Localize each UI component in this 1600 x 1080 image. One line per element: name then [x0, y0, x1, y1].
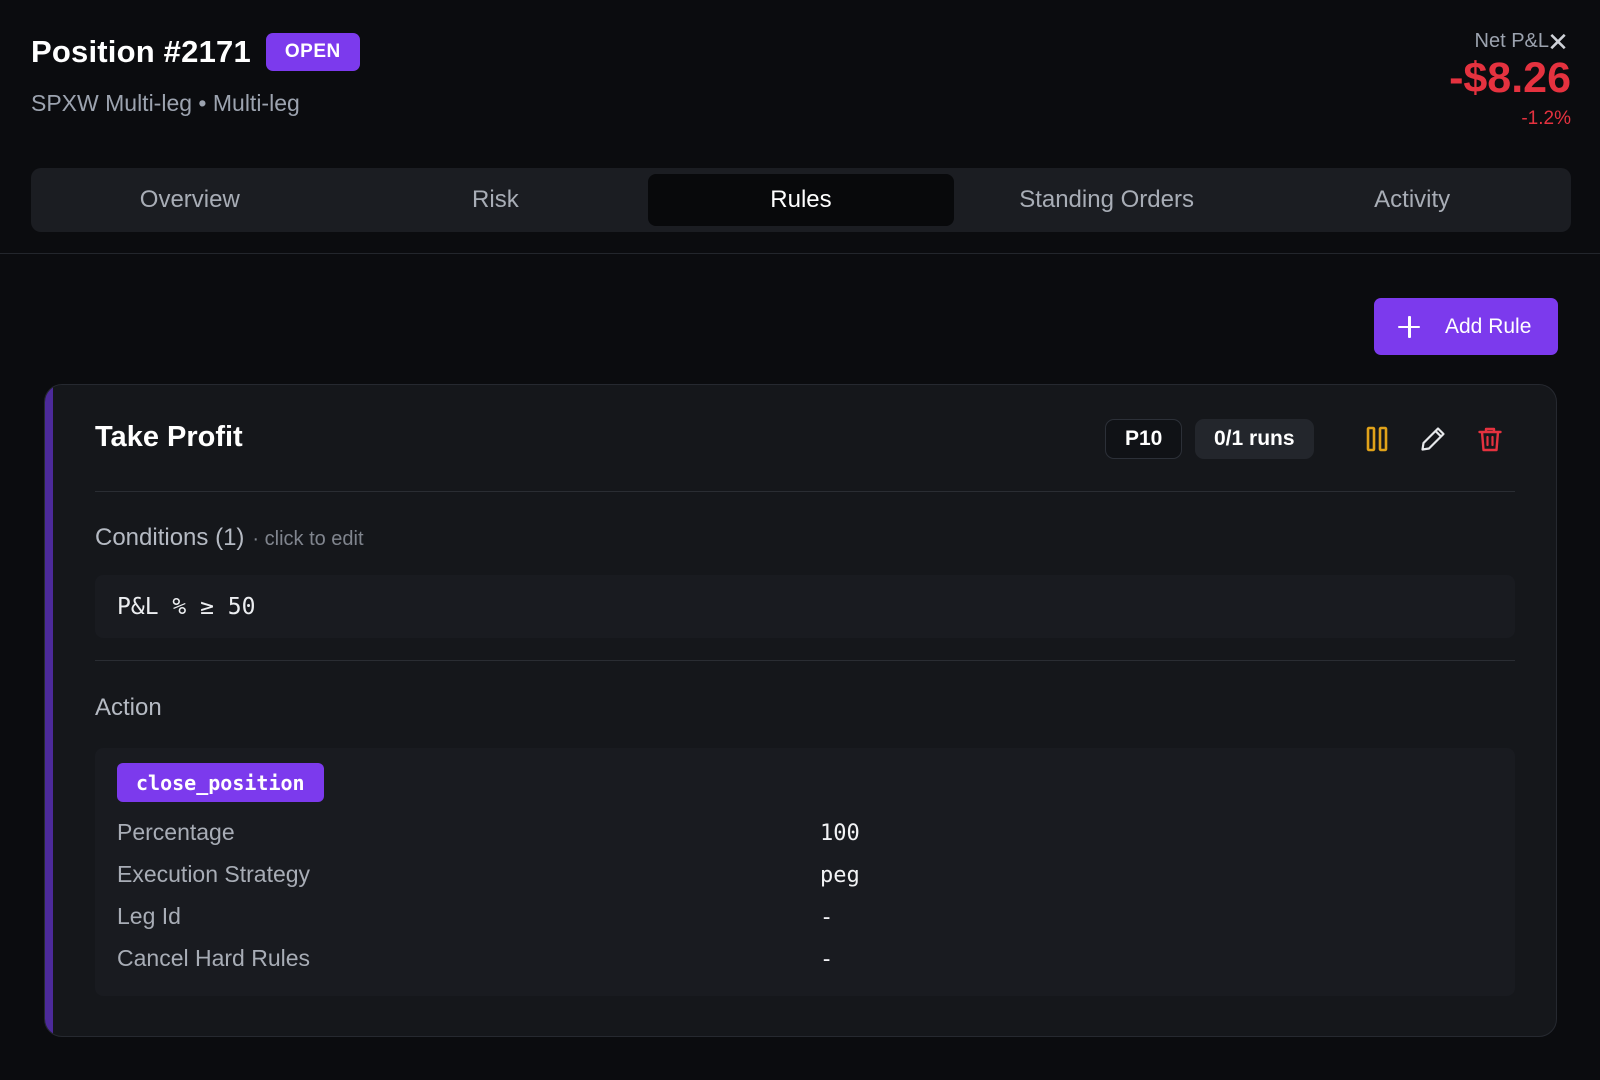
pause-icon[interactable] [1363, 425, 1391, 453]
net-pnl-value: -$8.26 [1449, 54, 1571, 102]
page-title: Position #2171 [31, 34, 251, 69]
param-key: Percentage [117, 819, 235, 845]
condition-row[interactable]: P&L % ≥ 50 [95, 575, 1515, 638]
status-badge: OPEN [265, 33, 360, 71]
param-row: Percentage 100 [117, 819, 1497, 853]
rule-accent-bar [45, 385, 53, 1036]
action-label: Action [95, 694, 162, 721]
tab-risk[interactable]: Risk [343, 174, 649, 226]
param-row: Leg Id - [117, 903, 1497, 937]
plus-icon [1397, 315, 1421, 339]
net-pnl-percent: -1.2% [1521, 108, 1571, 129]
tab-activity[interactable]: Activity [1259, 174, 1565, 226]
action-type-badge: close_position [117, 763, 324, 802]
param-row: Execution Strategy peg [117, 861, 1497, 895]
position-header: Position #2171 OPEN SPXW Multi-leg • Mul… [0, 0, 1600, 254]
param-key: Execution Strategy [117, 861, 311, 887]
close-icon[interactable]: ✕ [1546, 29, 1570, 55]
position-subtitle: SPXW Multi-leg • Multi-leg [31, 90, 300, 116]
rule-card: Take Profit P10 0/1 runs Conditions (1) ·… [44, 384, 1557, 1037]
param-key: Leg Id [117, 903, 181, 929]
edit-icon[interactable] [1419, 425, 1447, 453]
param-value: - [820, 947, 834, 972]
tab-bar: Overview Risk Rules Standing Orders Acti… [31, 168, 1571, 232]
tab-rules[interactable]: Rules [648, 174, 954, 226]
param-value: - [820, 905, 834, 930]
add-rule-label: Add Rule [1445, 314, 1532, 338]
add-rule-button[interactable]: Add Rule [1374, 298, 1558, 355]
header-divider [95, 491, 1515, 492]
param-row: Cancel Hard Rules - [117, 945, 1497, 979]
condition-text: P&L % ≥ 50 [117, 593, 256, 620]
action-panel: close_position Percentage 100 Execution … [95, 748, 1515, 996]
rule-title: Take Profit [95, 421, 243, 453]
tab-standing-orders[interactable]: Standing Orders [954, 174, 1260, 226]
section-divider [95, 660, 1515, 661]
param-key: Cancel Hard Rules [117, 945, 311, 971]
param-value: peg [820, 863, 860, 888]
trash-icon[interactable] [1476, 425, 1504, 453]
priority-badge: P10 [1105, 419, 1183, 459]
conditions-label: Conditions (1) [95, 524, 245, 551]
param-value: 100 [820, 821, 860, 846]
conditions-hint: · click to edit [252, 528, 364, 550]
title-row: Position #2171 OPEN [31, 33, 360, 71]
conditions-header: Conditions (1) · click to edit [95, 524, 364, 552]
runs-badge: 0/1 runs [1195, 419, 1314, 459]
tab-overview[interactable]: Overview [37, 174, 343, 226]
